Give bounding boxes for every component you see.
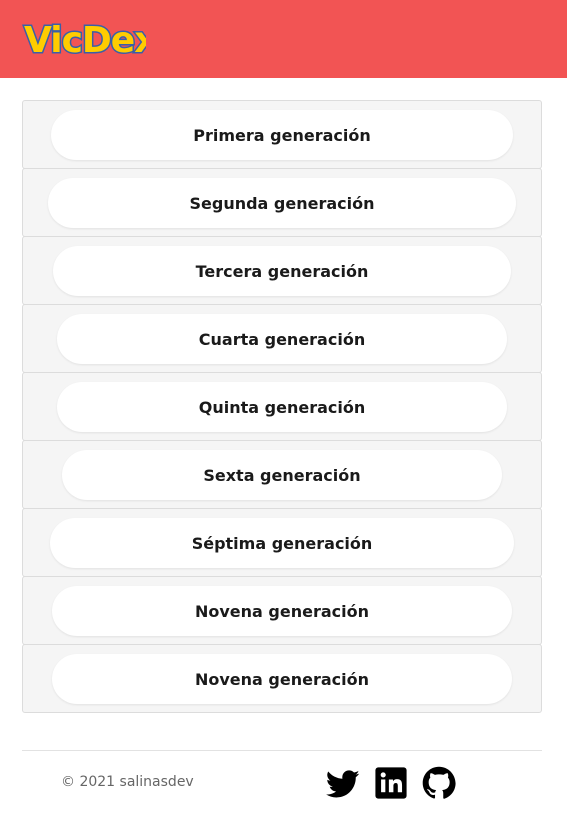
copyright-text: © 2021 salinasdev bbox=[61, 774, 194, 790]
generation-button-7[interactable]: Séptima generación bbox=[50, 518, 514, 568]
app-header: VicDex bbox=[0, 0, 567, 78]
github-icon[interactable] bbox=[422, 766, 456, 800]
generation-button-4[interactable]: Cuarta generación bbox=[57, 314, 507, 364]
generation-label: Sexta generación bbox=[203, 465, 361, 485]
generation-row: Séptima generación bbox=[22, 508, 542, 577]
generation-label: Cuarta generación bbox=[198, 329, 366, 349]
generation-row: Primera generación bbox=[22, 100, 542, 169]
generation-row: Segunda generación bbox=[22, 168, 542, 237]
logo-text: VicDex bbox=[24, 20, 146, 60]
generation-label: Tercera generación bbox=[195, 261, 369, 281]
generation-row: Tercera generación bbox=[22, 236, 542, 305]
generation-list: Primera generación Segunda generación Te… bbox=[22, 100, 542, 713]
generation-button-3[interactable]: Tercera generación bbox=[53, 246, 511, 296]
generation-button-8[interactable]: Novena generación bbox=[52, 586, 512, 636]
generation-row: Novena generación bbox=[22, 644, 542, 713]
generation-button-6[interactable]: Sexta generación bbox=[62, 450, 502, 500]
generation-button-2[interactable]: Segunda generación bbox=[48, 178, 516, 228]
generation-label: Segunda generación bbox=[189, 193, 375, 213]
generation-label: Primera generación bbox=[193, 125, 371, 145]
vicdex-logo[interactable]: VicDex bbox=[22, 20, 147, 60]
generation-button-5[interactable]: Quinta generación bbox=[57, 382, 507, 432]
footer-divider bbox=[22, 750, 542, 751]
linkedin-icon[interactable] bbox=[374, 766, 408, 800]
generation-row: Novena generación bbox=[22, 576, 542, 645]
generation-row: Sexta generación bbox=[22, 440, 542, 509]
generation-label: Séptima generación bbox=[191, 533, 373, 553]
twitter-icon[interactable] bbox=[326, 766, 360, 800]
generation-button-9[interactable]: Novena generación bbox=[52, 654, 512, 704]
generation-row: Quinta generación bbox=[22, 372, 542, 441]
generation-label: Novena generación bbox=[194, 601, 369, 621]
generation-row: Cuarta generación bbox=[22, 304, 542, 373]
generation-button-1[interactable]: Primera generación bbox=[51, 110, 513, 160]
generation-label: Novena generación bbox=[194, 669, 369, 689]
generation-label: Quinta generación bbox=[198, 397, 366, 417]
